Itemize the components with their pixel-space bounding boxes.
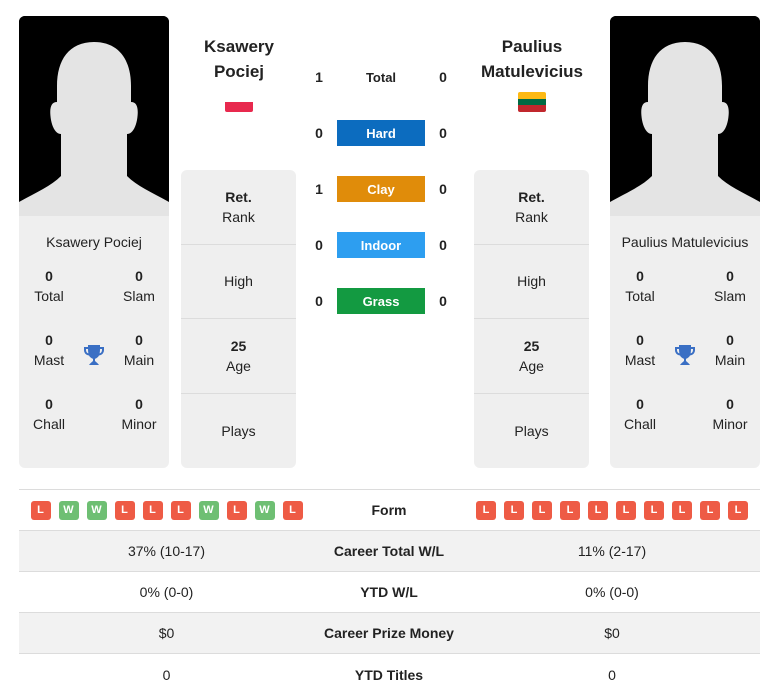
form-loss-badge[interactable]: L (644, 500, 664, 520)
h2h-p1-value: 0 (315, 125, 323, 141)
h2h-indoor-row: 0 Indoor 0 (305, 232, 455, 258)
career-prize-money-label: Career Prize Money (324, 625, 454, 641)
surface-hard-badge[interactable]: Hard (337, 120, 425, 146)
silhouette-icon (610, 16, 760, 216)
titles-minor: 0 Minor (121, 396, 157, 432)
h2h-p2-value: 0 (439, 125, 447, 141)
titles-total: 0 Total (625, 268, 655, 304)
h2h-p2-value: 0 (439, 237, 447, 253)
player2-card: Paulius Matulevicius 0 Total 0 Slam 0 Mast … (610, 16, 760, 468)
h2h-grass-row: 0 Grass 0 (305, 288, 455, 314)
form-loss-badge[interactable]: L (560, 500, 580, 520)
form-loss-badge[interactable]: L (588, 500, 608, 520)
h2h-p2-value: 0 (439, 69, 447, 85)
form-win-badge[interactable]: W (86, 500, 107, 520)
player1-career-prize-money: $0 (158, 625, 175, 641)
trophy-icon (675, 345, 695, 365)
titles-minor: 0 Minor (712, 396, 748, 432)
surface-indoor-badge[interactable]: Indoor (337, 232, 425, 258)
player2-ytd-titles: 0 (608, 666, 616, 683)
player1-ytd-titles: 0 (162, 666, 171, 683)
surface-total-label: Total (365, 69, 397, 85)
titles-slam: 0 Slam (714, 268, 746, 304)
player2-name-header[interactable]: Paulius Matulevicius (462, 34, 602, 84)
h2h-p1-value: 0 (315, 237, 323, 253)
titles-main: 0 Main (714, 332, 746, 368)
player1-photo[interactable] (19, 16, 169, 216)
poland-flag-icon (225, 92, 253, 112)
player2-ytd-wl: 0% (0-0) (585, 584, 639, 600)
high-cell: High (474, 245, 589, 319)
form-win-badge[interactable]: W (198, 500, 219, 520)
career-prize-money-row: $0 Career Prize Money $0 (19, 613, 760, 654)
surface-grass-badge[interactable]: Grass (337, 288, 425, 314)
h2h-p1-value: 1 (315, 69, 323, 85)
player1-card: Ksawery Pociej 0 Total 0 Slam 0 Mast 0 Main … (19, 16, 169, 468)
h2h-clay-row: 1 Clay 0 (305, 176, 455, 202)
lithuania-flag-icon (518, 92, 546, 112)
rank-cell: Ret. Rank (181, 170, 296, 245)
titles-total: 0 Total (34, 268, 64, 304)
form-win-badge[interactable]: W (58, 500, 79, 520)
ytd-wl-row: 0% (0-0) YTD W/L 0% (0-0) (19, 572, 760, 613)
age-cell: 25 Age (181, 319, 296, 394)
titles-main: 0 Main (123, 332, 155, 368)
form-loss-badge[interactable]: L (616, 500, 636, 520)
plays-cell: Plays (221, 422, 256, 439)
form-row: LWWLLLWLWL Form LLLLLLLLLL (19, 490, 760, 531)
form-win-badge[interactable]: W (254, 500, 275, 520)
player1-career-total-wl: 37% (10-17) (127, 543, 206, 559)
h2h-p1-value: 0 (315, 293, 323, 309)
h2h-total-row: 1 Total 0 (305, 64, 455, 90)
form-loss-badge[interactable]: L (728, 500, 748, 520)
form-loss-badge[interactable]: L (282, 500, 303, 520)
titles-mast: 0 Mast (624, 332, 656, 368)
player2-career-prize-money: $0 (604, 625, 620, 641)
form-loss-badge[interactable]: L (476, 500, 496, 520)
rank-cell: Ret. Rank (474, 170, 589, 245)
form-loss-badge[interactable]: L (532, 500, 552, 520)
surface-clay-badge[interactable]: Clay (337, 176, 425, 202)
plays-cell: Plays (514, 422, 549, 439)
h2h-p1-value: 1 (315, 181, 323, 197)
player2-form: LLLLLLLLLL (464, 500, 760, 520)
career-total-wl-row: 37% (10-17) Career Total W/L 11% (2-17) (19, 531, 760, 572)
career-total-wl-label: Career Total W/L (333, 543, 445, 559)
trophy-icon (84, 345, 104, 365)
form-loss-badge[interactable]: L (504, 500, 524, 520)
ytd-titles-row: 0 YTD Titles 0 (19, 654, 760, 695)
form-loss-badge[interactable]: L (170, 500, 191, 520)
player1-name[interactable]: Ksawery Pociej (19, 234, 169, 250)
age-cell: 25 Age (474, 319, 589, 394)
player2-photo[interactable] (610, 16, 760, 216)
player1-form: LWWLLLWLWL (19, 500, 314, 520)
comparison-table: LWWLLLWLWL Form LLLLLLLLLL 37% (10-17) C… (19, 489, 760, 695)
form-loss-badge[interactable]: L (700, 500, 720, 520)
form-loss-badge[interactable]: L (672, 500, 692, 520)
ytd-titles-label: YTD Titles (354, 666, 424, 683)
titles-chall: 0 Chall (624, 396, 656, 432)
h2h-p2-value: 0 (439, 293, 447, 309)
player1-name-header[interactable]: Ksawery Pociej (169, 34, 309, 84)
form-loss-badge[interactable]: L (30, 500, 51, 520)
form-loss-badge[interactable]: L (142, 500, 163, 520)
player1-titles: 0 Total 0 Slam 0 Mast 0 Main 0 Chall 0 Minor (19, 266, 169, 458)
silhouette-icon (19, 16, 169, 216)
form-label: Form (371, 502, 407, 518)
ytd-wl-label: YTD W/L (360, 584, 418, 600)
form-loss-badge[interactable]: L (226, 500, 247, 520)
player1-info-card: Ret. Rank High 25 Age Plays (181, 170, 296, 468)
titles-chall: 0 Chall (33, 396, 65, 432)
player2-titles: 0 Total 0 Slam 0 Mast 0 Main 0 Chall 0 Minor (610, 266, 760, 458)
player2-info-card: Ret. Rank High 25 Age Plays (474, 170, 589, 468)
player1-ytd-wl: 0% (0-0) (139, 584, 194, 600)
player2-name[interactable]: Paulius Matulevicius (610, 234, 760, 250)
form-loss-badge[interactable]: L (114, 500, 135, 520)
h2h-hard-row: 0 Hard 0 (305, 120, 455, 146)
high-cell: High (181, 245, 296, 319)
titles-mast: 0 Mast (33, 332, 65, 368)
player2-career-total-wl: 11% (2-17) (577, 543, 647, 559)
h2h-p2-value: 0 (439, 181, 447, 197)
titles-slam: 0 Slam (123, 268, 155, 304)
